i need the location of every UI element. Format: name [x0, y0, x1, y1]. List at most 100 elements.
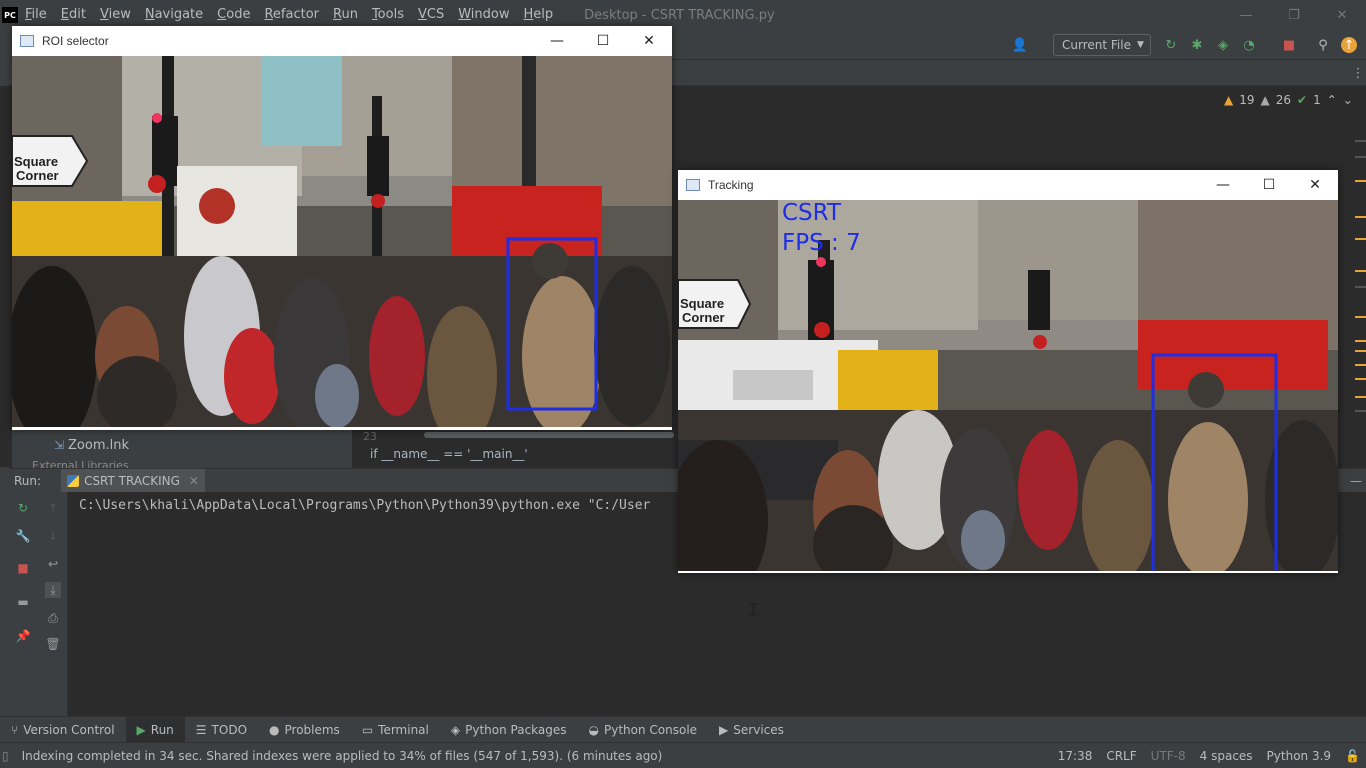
tab-python-console[interactable]: ◒ Python Console [578, 717, 709, 743]
tab-label: Terminal [378, 722, 429, 737]
tab-label: Run [150, 722, 174, 737]
check-icon: ✔ [1297, 93, 1308, 107]
street-sign-line2: Corner [16, 168, 59, 183]
street-scene-image: Square Corner [12, 56, 672, 427]
error-stripe[interactable] [1355, 140, 1366, 460]
tracking-close-button[interactable]: ✕ [1292, 170, 1338, 200]
python-console-icon: ◒ [588, 722, 599, 737]
stop-icon[interactable]: ■ [15, 560, 31, 576]
tree-item-zoom[interactable]: Zoom.lnk [68, 438, 129, 453]
arrow-up-icon[interactable]: ↑ [45, 500, 61, 516]
console-command-line: C:\Users\khali\AppData\Local\Programs\Py… [79, 498, 651, 513]
python-interpreter[interactable]: Python 3.9 [1267, 749, 1332, 763]
close-icon[interactable]: ✕ [189, 474, 199, 488]
arrow-down-icon[interactable]: ↓ [45, 528, 61, 544]
tab-terminal[interactable]: ▭ Terminal [351, 717, 440, 743]
profile-icon[interactable]: ◔ [1241, 37, 1257, 53]
run-actions-toolbar: ↻ 🔧 ■ ▬ 📌 [9, 492, 39, 716]
tab-run[interactable]: ▶ Run [125, 716, 185, 743]
list-icon: ☰ [195, 722, 207, 737]
rerun-icon[interactable]: ↻ [1163, 37, 1179, 53]
pin-icon[interactable]: 📌 [15, 628, 31, 644]
more-icon[interactable]: ⋮ [1350, 65, 1366, 81]
tab-label: Services [733, 722, 784, 737]
tracking-minimize-button[interactable]: — [1200, 170, 1246, 200]
line-number: 23 [363, 430, 377, 443]
print-icon[interactable]: ⎙ [45, 610, 61, 626]
roi-selector-window[interactable]: ROI selector — ☐ ✕ Square Corner [12, 26, 672, 430]
street-sign-line1: Square [680, 296, 724, 311]
pycharm-logo: PC [2, 7, 18, 23]
search-icon[interactable]: ⚲ [1315, 37, 1331, 53]
ide-window-title: Desktop - CSRT TRACKING.py [584, 7, 775, 23]
tracking-window-title: Tracking [708, 178, 754, 192]
tab-services[interactable]: ▶ Services [708, 717, 795, 743]
roi-window-title: ROI selector [42, 34, 109, 48]
caret-position[interactable]: 17:38 [1058, 749, 1093, 763]
wrench-icon[interactable]: 🔧 [15, 528, 31, 544]
tracking-window[interactable]: Tracking — ☐ ✕ Square Corner CSRT FPS: … [678, 170, 1338, 573]
ide-close-button[interactable]: ✕ [1318, 0, 1366, 30]
status-message[interactable]: Indexing completed in 34 sec. Shared ind… [22, 749, 663, 763]
inspections-widget[interactable]: ▲ 19 ▲ 26 ✔ 1 ⌃ ⌄ [1224, 93, 1353, 107]
tab-version-control[interactable]: ⑂ Version Control [0, 717, 126, 743]
weak-warning-icon: ▲ [1260, 93, 1270, 107]
line-ending[interactable]: CRLF [1106, 749, 1136, 763]
branch-icon: ⑂ [11, 722, 19, 737]
tab-todo[interactable]: ☰ TODO [185, 717, 258, 743]
layout-icon[interactable]: ▬ [15, 594, 31, 610]
status-bar: ▯ Indexing completed in 34 sec. Shared i… [0, 742, 1366, 768]
window-app-icon [686, 179, 700, 191]
user-icon[interactable]: 👤 [1012, 37, 1028, 53]
roi-minimize-button[interactable]: — [534, 26, 580, 56]
link-file-icon: ⇲ [54, 438, 65, 452]
problems-icon: ● [269, 722, 280, 737]
tracking-video-frame[interactable]: Square Corner CSRT FPS : 7 [678, 200, 1338, 571]
tool-window-bar: ⑂ Version Control ▶ Run ☰ TODO ● Problems ▭ T… [0, 716, 1366, 743]
stop-icon[interactable]: ■ [1281, 37, 1297, 53]
packages-icon: ◈ [450, 722, 461, 737]
tab-label: Version Control [23, 722, 115, 737]
file-encoding[interactable]: UTF-8 [1151, 749, 1186, 763]
warning-icon: ▲ [1224, 93, 1234, 107]
update-icon[interactable]: ↑ [1341, 37, 1357, 53]
coverage-icon[interactable]: ◈ [1215, 37, 1231, 53]
ide-restore-button[interactable]: ❐ [1270, 0, 1318, 30]
trash-icon[interactable]: 🗑 [45, 636, 61, 652]
roi-close-button[interactable]: ✕ [626, 26, 672, 56]
scroll-to-end-icon[interactable]: ⤓ [45, 582, 61, 598]
tracking-window-titlebar[interactable]: Tracking — ☐ ✕ [678, 170, 1338, 200]
terminal-icon: ▭ [361, 722, 374, 737]
run-panel-label: Run: [14, 473, 42, 488]
ide-minimize-button[interactable]: — [1222, 0, 1270, 30]
minimize-panel-icon[interactable]: — [1350, 474, 1362, 488]
play-icon: ▶ [136, 722, 146, 737]
weak-warnings-count: 26 [1275, 93, 1292, 107]
soft-wrap-icon[interactable]: ↩ [45, 556, 61, 572]
chevron-down-icon[interactable]: ⌄ [1343, 93, 1353, 107]
run-configuration-select[interactable]: Current File ▼ [1053, 34, 1151, 56]
chevron-down-icon: ▼ [1136, 40, 1144, 50]
debug-icon[interactable]: ✱ [1189, 37, 1205, 53]
roi-video-frame[interactable]: Square Corner [12, 56, 672, 427]
tab-label: Python Packages [465, 722, 567, 737]
chevron-up-icon[interactable]: ⌃ [1327, 93, 1337, 107]
indent-setting[interactable]: 4 spaces [1200, 749, 1253, 763]
tracker-name-overlay: CSRT [782, 200, 842, 226]
lock-icon[interactable]: 🔓 [1345, 749, 1360, 763]
roi-maximize-button[interactable]: ☐ [580, 26, 626, 56]
rerun-icon[interactable]: ↻ [15, 500, 31, 516]
roi-window-titlebar[interactable]: ROI selector — ☐ ✕ [12, 26, 672, 56]
ok-count: 1 [1313, 93, 1321, 107]
text-cursor-icon: I [748, 600, 759, 621]
tab-python-packages[interactable]: ◈ Python Packages [440, 717, 578, 743]
editor-horizontal-scrollbar[interactable] [424, 432, 674, 438]
run-tab[interactable]: CSRT TRACKING ✕ [61, 468, 205, 493]
tracking-maximize-button[interactable]: ☐ [1246, 170, 1292, 200]
warnings-count: 19 [1239, 93, 1255, 107]
status-panel-icon[interactable]: ▯ [2, 749, 9, 763]
tab-label: Problems [284, 722, 340, 737]
fps-overlay: FPS : 7 [782, 230, 861, 256]
tab-problems[interactable]: ● Problems [258, 717, 351, 743]
code-line[interactable]: if __name__ == '__main__' [370, 447, 528, 461]
